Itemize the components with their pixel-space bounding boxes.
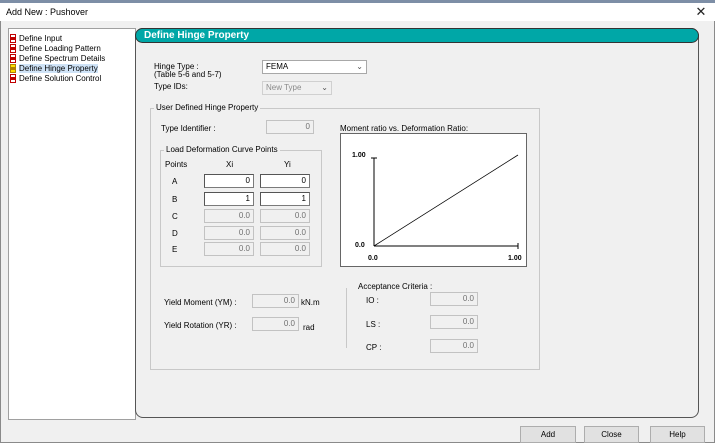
point-d-xi-field[interactable]: 0.0 <box>204 226 254 240</box>
acceptance-criteria-title: Acceptance Criteria : <box>358 282 433 291</box>
point-d-label: D <box>172 229 178 238</box>
plot-y-min-label: 0.0 <box>355 242 365 249</box>
point-e-xi-field[interactable]: 0.0 <box>204 242 254 256</box>
tree-item-define-hinge-property[interactable]: Define Hinge Property <box>10 64 98 73</box>
type-identifier-label: Type Identifier : <box>161 124 216 133</box>
plot-y-max-label: 1.00 <box>352 152 366 159</box>
tree-item-define-input[interactable]: Define Input <box>10 34 63 43</box>
add-button[interactable]: Add <box>520 426 576 443</box>
tree-item-label: Define Loading Pattern <box>19 44 101 53</box>
point-a-yi-field[interactable]: 0 <box>260 174 310 188</box>
yield-moment-unit: kN.m <box>301 298 320 307</box>
point-e-label: E <box>172 245 178 254</box>
io-label: IO : <box>366 296 379 305</box>
user-defined-group-title: User Defined Hinge Property <box>154 103 261 112</box>
xi-column-header: Xi <box>226 160 234 169</box>
yi-column-header: Yi <box>284 160 291 169</box>
yield-rotation-field[interactable]: 0.0 <box>252 317 299 331</box>
yield-moment-field[interactable]: 0.0 <box>252 294 299 308</box>
point-a-label: A <box>172 177 178 186</box>
point-a-xi-field[interactable]: 0 <box>204 174 254 188</box>
document-active-icon <box>10 64 16 73</box>
document-icon <box>10 34 16 43</box>
yield-rotation-unit: rad <box>303 323 315 332</box>
document-icon <box>10 54 16 63</box>
type-ids-select[interactable]: New Type ⌄ <box>262 81 332 95</box>
tree-item-label: Define Input <box>19 34 63 43</box>
acceptance-divider <box>346 288 347 348</box>
plot-title: Moment ratio vs. Deformation Ratio: <box>340 124 469 133</box>
help-button[interactable]: Help <box>650 426 705 443</box>
hinge-type-value: FEMA <box>266 62 289 71</box>
plot-x-max-label: 1.00 <box>508 255 522 262</box>
point-e-yi-field[interactable]: 0.0 <box>260 242 310 256</box>
document-icon <box>10 44 16 53</box>
cp-label: CP : <box>366 343 382 352</box>
ls-field[interactable]: 0.0 <box>430 315 478 329</box>
title-bar <box>0 3 715 21</box>
tree-item-label: Define Hinge Property <box>19 64 98 73</box>
yield-rotation-label: Yield Rotation (YR) : <box>164 321 237 330</box>
panel-title: Define Hinge Property <box>144 30 250 41</box>
tree-item-label: Define Solution Control <box>19 74 102 83</box>
points-column-header: Points <box>165 160 188 169</box>
type-identifier-field[interactable]: 0 <box>266 120 314 134</box>
point-b-label: B <box>172 195 178 204</box>
window-title: Add New : Pushover <box>6 7 89 17</box>
tree-item-label: Define Spectrum Details <box>19 54 106 63</box>
curve-points-title: Load Deformation Curve Points <box>164 145 280 154</box>
tree-item-define-solution-control[interactable]: Define Solution Control <box>10 74 102 83</box>
tree-item-define-loading-pattern[interactable]: Define Loading Pattern <box>10 44 101 53</box>
curve-line <box>373 154 519 247</box>
point-b-yi-field[interactable]: 1 <box>260 192 310 206</box>
plot-canvas <box>371 154 519 249</box>
close-button[interactable]: Close <box>584 426 639 443</box>
moment-deformation-plot <box>340 133 527 267</box>
hinge-type-select[interactable]: FEMA ⌄ <box>262 60 367 74</box>
io-field[interactable]: 0.0 <box>430 292 478 306</box>
close-window-icon[interactable]: ✕ <box>693 4 709 20</box>
point-d-yi-field[interactable]: 0.0 <box>260 226 310 240</box>
chevron-down-icon: ⌄ <box>321 83 328 92</box>
chevron-down-icon: ⌄ <box>356 62 363 71</box>
yield-moment-label: Yield Moment (YM) : <box>164 298 237 307</box>
point-b-xi-field[interactable]: 1 <box>204 192 254 206</box>
point-c-yi-field[interactable]: 0.0 <box>260 209 310 223</box>
ls-label: LS : <box>366 320 381 329</box>
tree-item-define-spectrum-details[interactable]: Define Spectrum Details <box>10 54 106 63</box>
type-ids-value: New Type <box>266 83 302 92</box>
point-c-xi-field[interactable]: 0.0 <box>204 209 254 223</box>
cp-field[interactable]: 0.0 <box>430 339 478 353</box>
point-c-label: C <box>172 212 178 221</box>
hinge-type-sublabel: (Table 5-6 and 5-7) <box>154 70 222 79</box>
document-icon <box>10 74 16 83</box>
type-ids-label: Type IDs: <box>154 82 188 91</box>
plot-x-min-label: 0.0 <box>368 255 378 262</box>
navigation-tree: Define Input Define Loading Pattern Defi… <box>8 28 136 420</box>
